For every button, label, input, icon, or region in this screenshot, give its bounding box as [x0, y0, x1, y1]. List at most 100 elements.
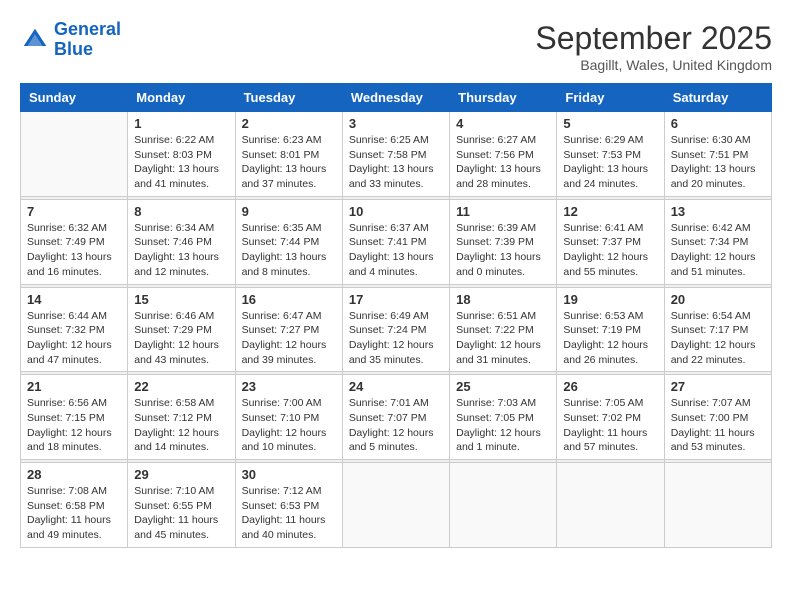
- day-info: Sunrise: 6:53 AM Sunset: 7:19 PM Dayligh…: [563, 309, 657, 368]
- day-cell: 26 Sunrise: 7:05 AM Sunset: 7:02 PM Dayli…: [557, 375, 664, 460]
- day-number: 7: [27, 204, 121, 219]
- day-number: 28: [27, 467, 121, 482]
- day-info: Sunrise: 6:23 AM Sunset: 8:01 PM Dayligh…: [242, 133, 336, 192]
- week-row-1: 7 Sunrise: 6:32 AM Sunset: 7:49 PM Daylig…: [21, 199, 772, 284]
- day-number: 14: [27, 292, 121, 307]
- week-row-0: 1 Sunrise: 6:22 AM Sunset: 8:03 PM Daylig…: [21, 112, 772, 197]
- day-info: Sunrise: 6:22 AM Sunset: 8:03 PM Dayligh…: [134, 133, 228, 192]
- day-number: 21: [27, 379, 121, 394]
- day-cell: 3 Sunrise: 6:25 AM Sunset: 7:58 PM Daylig…: [342, 112, 449, 197]
- title-area: September 2025 Bagillt, Wales, United Ki…: [535, 20, 772, 73]
- day-cell: 13Sunrise: 6:42 AM Sunset: 7:34 PM Dayli…: [664, 199, 771, 284]
- header-row: SundayMondayTuesdayWednesdayThursdayFrid…: [21, 84, 772, 112]
- header-cell-thursday: Thursday: [450, 84, 557, 112]
- day-number: 29: [134, 467, 228, 482]
- day-info: Sunrise: 7:00 AM Sunset: 7:10 PM Dayligh…: [242, 396, 336, 455]
- header-cell-monday: Monday: [128, 84, 235, 112]
- day-cell: 8 Sunrise: 6:34 AM Sunset: 7:46 PM Daylig…: [128, 199, 235, 284]
- day-number: 2: [242, 116, 336, 131]
- week-row-3: 21 Sunrise: 6:56 AM Sunset: 7:15 PM Dayli…: [21, 375, 772, 460]
- day-cell: 24Sunrise: 7:01 AM Sunset: 7:07 PM Dayli…: [342, 375, 449, 460]
- header: General Blue September 2025 Bagillt, Wal…: [20, 20, 772, 73]
- day-cell: 23 Sunrise: 7:00 AM Sunset: 7:10 PM Dayli…: [235, 375, 342, 460]
- logo-text: General Blue: [54, 20, 121, 60]
- day-number: 9: [242, 204, 336, 219]
- day-info: Sunrise: 6:56 AM Sunset: 7:15 PM Dayligh…: [27, 396, 121, 455]
- day-cell: 30 Sunrise: 7:12 AM Sunset: 6:53 PM Dayli…: [235, 463, 342, 548]
- day-number: 12: [563, 204, 657, 219]
- day-cell: 12 Sunrise: 6:41 AM Sunset: 7:37 PM Dayli…: [557, 199, 664, 284]
- day-info: Sunrise: 6:44 AM Sunset: 7:32 PM Dayligh…: [27, 309, 121, 368]
- day-cell: 28 Sunrise: 7:08 AM Sunset: 6:58 PM Dayli…: [21, 463, 128, 548]
- day-number: 1: [134, 116, 228, 131]
- day-cell: 21 Sunrise: 6:56 AM Sunset: 7:15 PM Dayli…: [21, 375, 128, 460]
- day-cell: 1 Sunrise: 6:22 AM Sunset: 8:03 PM Daylig…: [128, 112, 235, 197]
- day-number: 8: [134, 204, 228, 219]
- day-info: Sunrise: 7:12 AM Sunset: 6:53 PM Dayligh…: [242, 484, 336, 543]
- day-cell: 9Sunrise: 6:35 AM Sunset: 7:44 PM Daylig…: [235, 199, 342, 284]
- header-cell-tuesday: Tuesday: [235, 84, 342, 112]
- day-number: 13: [671, 204, 765, 219]
- day-number: 30: [242, 467, 336, 482]
- day-number: 25: [456, 379, 550, 394]
- day-cell: [450, 463, 557, 548]
- day-info: Sunrise: 6:37 AM Sunset: 7:41 PM Dayligh…: [349, 221, 443, 280]
- day-number: 19: [563, 292, 657, 307]
- page-subtitle: Bagillt, Wales, United Kingdom: [535, 57, 772, 73]
- day-number: 22: [134, 379, 228, 394]
- day-info: Sunrise: 7:01 AM Sunset: 7:07 PM Dayligh…: [349, 396, 443, 455]
- day-info: Sunrise: 6:29 AM Sunset: 7:53 PM Dayligh…: [563, 133, 657, 192]
- day-cell: 29 Sunrise: 7:10 AM Sunset: 6:55 PM Dayli…: [128, 463, 235, 548]
- day-info: Sunrise: 7:03 AM Sunset: 7:05 PM Dayligh…: [456, 396, 550, 455]
- day-number: 11: [456, 204, 550, 219]
- day-info: Sunrise: 6:27 AM Sunset: 7:56 PM Dayligh…: [456, 133, 550, 192]
- day-info: Sunrise: 6:41 AM Sunset: 7:37 PM Dayligh…: [563, 221, 657, 280]
- day-number: 18: [456, 292, 550, 307]
- day-info: Sunrise: 6:25 AM Sunset: 7:58 PM Dayligh…: [349, 133, 443, 192]
- day-number: 15: [134, 292, 228, 307]
- day-info: Sunrise: 6:47 AM Sunset: 7:27 PM Dayligh…: [242, 309, 336, 368]
- day-info: Sunrise: 6:39 AM Sunset: 7:39 PM Dayligh…: [456, 221, 550, 280]
- day-info: Sunrise: 6:54 AM Sunset: 7:17 PM Dayligh…: [671, 309, 765, 368]
- day-number: 4: [456, 116, 550, 131]
- day-info: Sunrise: 6:51 AM Sunset: 7:22 PM Dayligh…: [456, 309, 550, 368]
- day-cell: 19 Sunrise: 6:53 AM Sunset: 7:19 PM Dayli…: [557, 287, 664, 372]
- day-info: Sunrise: 6:32 AM Sunset: 7:49 PM Dayligh…: [27, 221, 121, 280]
- day-info: Sunrise: 7:08 AM Sunset: 6:58 PM Dayligh…: [27, 484, 121, 543]
- day-cell: 15 Sunrise: 6:46 AM Sunset: 7:29 PM Dayli…: [128, 287, 235, 372]
- header-cell-wednesday: Wednesday: [342, 84, 449, 112]
- day-cell: 16 Sunrise: 6:47 AM Sunset: 7:27 PM Dayli…: [235, 287, 342, 372]
- day-cell: [342, 463, 449, 548]
- week-row-4: 28 Sunrise: 7:08 AM Sunset: 6:58 PM Dayli…: [21, 463, 772, 548]
- day-cell: 18 Sunrise: 6:51 AM Sunset: 7:22 PM Dayli…: [450, 287, 557, 372]
- day-number: 17: [349, 292, 443, 307]
- day-number: 26: [563, 379, 657, 394]
- day-cell: 6Sunrise: 6:30 AM Sunset: 7:51 PM Daylig…: [664, 112, 771, 197]
- page-title: September 2025: [535, 20, 772, 57]
- day-number: 5: [563, 116, 657, 131]
- day-cell: 27 Sunrise: 7:07 AM Sunset: 7:00 PM Dayli…: [664, 375, 771, 460]
- day-cell: 20 Sunrise: 6:54 AM Sunset: 7:17 PM Dayli…: [664, 287, 771, 372]
- header-cell-sunday: Sunday: [21, 84, 128, 112]
- day-cell: 10 Sunrise: 6:37 AM Sunset: 7:41 PM Dayli…: [342, 199, 449, 284]
- day-cell: [557, 463, 664, 548]
- day-cell: 11 Sunrise: 6:39 AM Sunset: 7:39 PM Dayli…: [450, 199, 557, 284]
- header-cell-friday: Friday: [557, 84, 664, 112]
- day-info: Sunrise: 7:05 AM Sunset: 7:02 PM Dayligh…: [563, 396, 657, 455]
- calendar-body: 1 Sunrise: 6:22 AM Sunset: 8:03 PM Daylig…: [21, 112, 772, 548]
- day-info: Sunrise: 6:34 AM Sunset: 7:46 PM Dayligh…: [134, 221, 228, 280]
- day-number: 3: [349, 116, 443, 131]
- day-number: 20: [671, 292, 765, 307]
- day-number: 6: [671, 116, 765, 131]
- day-number: 23: [242, 379, 336, 394]
- day-cell: [21, 112, 128, 197]
- calendar: SundayMondayTuesdayWednesdayThursdayFrid…: [20, 83, 772, 548]
- day-info: Sunrise: 6:46 AM Sunset: 7:29 PM Dayligh…: [134, 309, 228, 368]
- day-cell: 17Sunrise: 6:49 AM Sunset: 7:24 PM Dayli…: [342, 287, 449, 372]
- logo-icon: [20, 25, 50, 55]
- day-number: 10: [349, 204, 443, 219]
- day-number: 16: [242, 292, 336, 307]
- day-number: 27: [671, 379, 765, 394]
- day-info: Sunrise: 7:10 AM Sunset: 6:55 PM Dayligh…: [134, 484, 228, 543]
- day-info: Sunrise: 7:07 AM Sunset: 7:00 PM Dayligh…: [671, 396, 765, 455]
